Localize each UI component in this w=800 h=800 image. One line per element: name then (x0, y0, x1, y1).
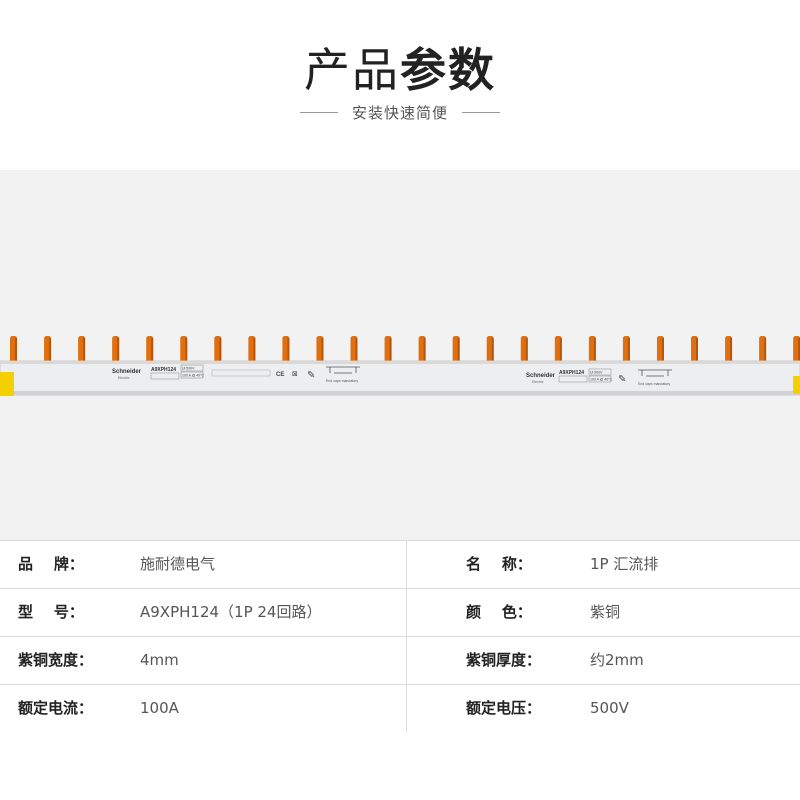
ce-mark-icon: CE (276, 372, 284, 378)
spec-value: 约2mm (590, 651, 644, 669)
spec-row: 型 号： A9XPH124（1P 24回路） 颜 色： 紫铜 (0, 588, 800, 636)
rating-2-2: 100 A @ 40°C (590, 378, 613, 382)
subtitle: 安装快速简便 (351, 103, 448, 122)
pencil-icon: ✎ (307, 370, 315, 381)
spec-table: 品 牌： 施耐德电气 名 称： 1P 汇流排 型 号： A9XPH124（1P … (0, 540, 800, 733)
column-divider (406, 685, 407, 732)
busbar-top-edge (0, 361, 800, 364)
spec-label: 型 号： (18, 603, 84, 621)
spec-label: 品 牌： (18, 555, 84, 573)
brand-sub: Electric (118, 376, 130, 380)
column-divider (406, 541, 407, 588)
brand-sub-2: Electric (532, 380, 544, 384)
spec-value: 4mm (140, 651, 179, 669)
spec-label: 紫铜宽度： (18, 651, 94, 669)
copper-tooth-shade (661, 338, 664, 364)
spec-value: 施耐德电气 (140, 555, 216, 573)
pencil-icon-2: ✎ (618, 374, 626, 385)
spec-value: 紫铜 (590, 603, 621, 621)
copper-tooth-shade (117, 338, 120, 364)
copper-tooth-shade (457, 338, 460, 364)
busbar-bottom-edge (0, 391, 800, 395)
subtitle-right-line (462, 111, 500, 113)
endcap-text-2: End caps mandatory (638, 382, 670, 386)
copper-tooth-shade (49, 338, 52, 364)
spec-label: 名 称： (466, 555, 532, 573)
copper-tooth-shade (219, 338, 222, 364)
rating-2: 100 A @ 40°C (182, 374, 205, 378)
subtitle-row: 安装快速简便 (0, 102, 800, 122)
spec-value: 500V (590, 699, 629, 717)
product-image-area: Schneider Electric A9XPH124 Ui 500V 100 … (0, 170, 800, 540)
page-title: 产品参数 (0, 40, 800, 100)
copper-tooth-shade (83, 338, 86, 364)
column-divider (406, 637, 407, 684)
spec-value: A9XPH124（1P 24回路） (140, 603, 322, 621)
copper-tooth-shade (525, 338, 528, 364)
copper-tooth-shade (423, 338, 426, 364)
copper-tooth-shade (287, 338, 290, 364)
copper-tooth-shade (253, 338, 256, 364)
weee-bin-icon: ⊠ (292, 370, 298, 378)
copper-tooth-shade (389, 338, 392, 364)
copper-tooth-shade (627, 338, 630, 364)
spec-row: 品 牌： 施耐德电气 名 称： 1P 汇流排 (0, 540, 800, 588)
model-code: A9XPH124 (151, 367, 176, 373)
rating-1: Ui 500V (182, 367, 195, 371)
spec-row: 紫铜宽度： 4mm 紫铜厚度： 约2mm (0, 636, 800, 684)
subtitle-left-line (299, 111, 338, 113)
spec-row: 额定电流： 100A 额定电压： 500V (0, 684, 800, 733)
spec-label: 额定电压： (466, 699, 542, 717)
spec-label: 紫铜厚度： (466, 651, 542, 669)
copper-tooth-shade (593, 338, 596, 364)
copper-tooth-shade (696, 338, 698, 364)
brand-mark: Schneider (112, 369, 142, 375)
end-cap-left (0, 372, 14, 396)
copper-tooth-shade (764, 338, 767, 364)
title-part-1: 产品 (304, 43, 400, 97)
page-footer-blank (0, 732, 800, 800)
copper-tooth-shade (730, 338, 733, 364)
spec-label: 颜 色： (466, 603, 532, 621)
endcap-text: End caps mandatory (326, 379, 358, 383)
copper-tooth-shade (15, 338, 17, 364)
model-code-2: A9XPH124 (559, 370, 584, 376)
title-part-2: 参数 (400, 43, 496, 97)
copper-tooth-shade (151, 338, 154, 364)
page-header: 产品参数 安装快速简便 (0, 0, 800, 170)
copper-tooth-shade (355, 338, 358, 364)
copper-tooth-shade (559, 338, 562, 364)
busbar-image: Schneider Electric A9XPH124 Ui 500V 100 … (0, 336, 800, 396)
end-cap-right (793, 376, 800, 394)
column-divider (406, 589, 407, 636)
spec-value: 1P 汇流排 (590, 555, 659, 573)
spec-value: 100A (140, 699, 179, 717)
brand-mark-2: Schneider (526, 373, 556, 379)
copper-tooth-shade (321, 338, 324, 364)
spec-label: 额定电流： (18, 699, 94, 717)
copper-tooth-shade (491, 338, 494, 364)
rating-1-2: Ui 500V (590, 371, 603, 375)
copper-tooth-shade (185, 338, 188, 364)
